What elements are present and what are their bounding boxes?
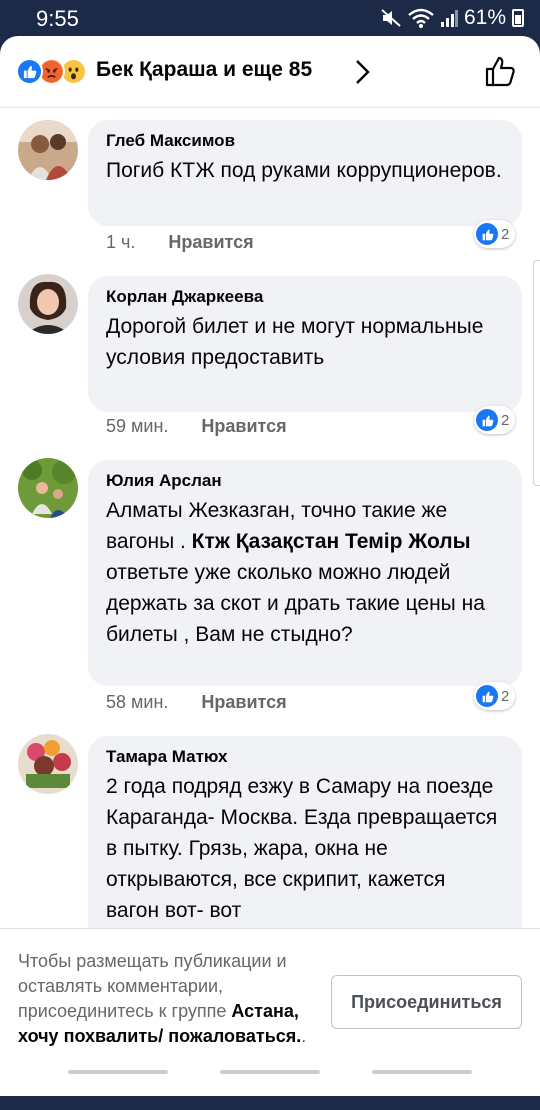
comment-bubble[interactable]: Корлан Джаркеева Дорогой билет и не могу…: [88, 276, 522, 412]
battery-icon: [512, 9, 524, 27]
comment-time[interactable]: 58 мин.: [106, 692, 168, 713]
comment-reactions[interactable]: 2: [474, 406, 516, 434]
reactors-title[interactable]: Бек Қараша и еще 85: [96, 58, 312, 82]
comment-reactions[interactable]: 2: [474, 220, 516, 248]
comment-like-button[interactable]: Нравится: [201, 416, 286, 437]
comment-author[interactable]: Глеб Максимов: [106, 130, 504, 152]
comment-text: Погиб КТЖ под руками коррупционеров.: [106, 159, 502, 182]
navigation-bar: [0, 1096, 540, 1110]
reactions-summary[interactable]: [16, 58, 92, 86]
like-outline-icon[interactable]: [484, 54, 518, 88]
like-reaction-icon: [476, 223, 498, 245]
home-indicator: [68, 1070, 472, 1074]
comment-text: 2 года подряд езжу в Самару на поезде Ка…: [106, 775, 498, 922]
reactions-sheet: Бек Қараша и еще 85 Глеб Максимов Погиб …: [0, 36, 540, 1096]
signal-icon: [440, 10, 458, 27]
battery-percent: 61%: [463, 6, 506, 29]
comment-time[interactable]: 59 мин.: [106, 416, 168, 437]
comment-like-button[interactable]: Нравится: [168, 232, 253, 253]
status-time: 9:55: [36, 6, 79, 31]
sheet-header: Бек Қараша и еще 85: [0, 36, 540, 108]
comment-text: Дорогой билет и не могут нормальные усло…: [106, 315, 484, 369]
join-group-button[interactable]: Присоединиться: [331, 975, 522, 1029]
avatar[interactable]: [18, 734, 78, 794]
comment-text-part: ответьте уже сколько можно людей держать…: [106, 561, 485, 646]
avatar[interactable]: [18, 274, 78, 334]
status-icons: 61%: [380, 6, 524, 30]
comment-text: Алматы Жезказган, точно такие же вагоны …: [106, 495, 504, 650]
status-bar: 9:55 61%: [0, 0, 540, 36]
reaction-count: 2: [501, 687, 510, 705]
comment-reactions[interactable]: 2: [474, 682, 516, 710]
avatar[interactable]: [18, 458, 78, 518]
chevron-right-icon[interactable]: [350, 58, 374, 86]
comment-meta: 1 ч. Нравится: [106, 232, 254, 253]
comment-meta: 58 мин. Нравится: [106, 692, 287, 713]
reaction-count: 2: [501, 411, 510, 429]
join-prompt-suffix: .: [301, 1026, 307, 1046]
comments-list: Глеб Максимов Погиб КТЖ под руками корру…: [0, 108, 540, 976]
comment-author[interactable]: Юлия Арслан: [106, 470, 504, 492]
like-reaction-icon: [476, 685, 498, 707]
scrollbar-thumb[interactable]: [533, 260, 540, 486]
comment-bubble[interactable]: Юлия Арслан Алматы Жезказган, точно таки…: [88, 460, 522, 686]
join-prompt-text: Чтобы размещать публикации и оставлять к…: [18, 949, 318, 1049]
like-reaction-icon: [476, 409, 498, 431]
like-reaction-icon: [16, 58, 43, 85]
mute-icon: [381, 9, 401, 27]
wifi-icon: [408, 8, 434, 28]
comment-meta: 59 мин. Нравится: [106, 416, 287, 437]
comment-author[interactable]: Корлан Джаркеева: [106, 286, 504, 308]
comment-bubble[interactable]: Глеб Максимов Погиб КТЖ под руками корру…: [88, 120, 522, 226]
page-mention-link[interactable]: Ктж Қазақстан Темір Жолы: [192, 530, 471, 553]
comment-time[interactable]: 1 ч.: [106, 232, 135, 253]
reaction-count: 2: [501, 225, 510, 243]
comment-author[interactable]: Тамара Матюх: [106, 746, 504, 768]
comment-like-button[interactable]: Нравится: [201, 692, 286, 713]
avatar[interactable]: [18, 120, 78, 180]
